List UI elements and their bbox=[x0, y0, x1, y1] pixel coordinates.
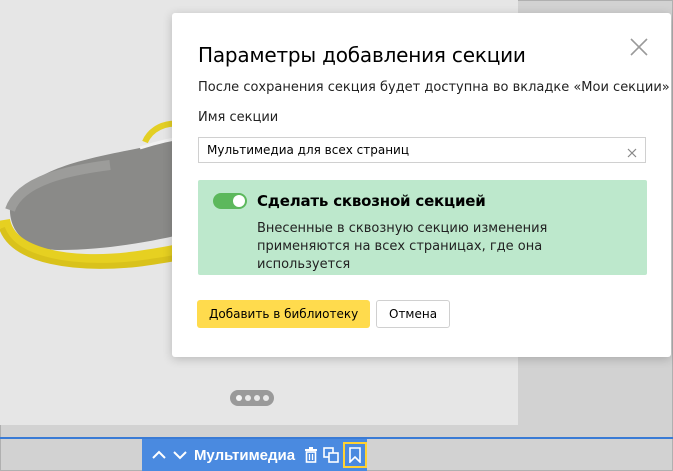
add-section-dialog: Параметры добавления секции После сохран… bbox=[172, 13, 671, 357]
toolbar-section-title: Мультимедиа bbox=[193, 446, 296, 464]
copy-icon bbox=[323, 447, 339, 463]
cancel-button[interactable]: Отмена bbox=[376, 300, 451, 328]
carousel-dot[interactable] bbox=[253, 395, 260, 401]
delete-section-button[interactable] bbox=[301, 439, 321, 471]
close-button[interactable] bbox=[629, 37, 649, 57]
dialog-description: После сохранения секция будет доступна в… bbox=[198, 80, 670, 95]
sticky-section-title: Сделать сквозной секцией bbox=[257, 192, 486, 210]
add-to-library-button[interactable]: Добавить в библиотеку bbox=[197, 300, 371, 328]
clear-input-icon bbox=[627, 148, 637, 158]
section-toolbar: Мультимедиа bbox=[142, 439, 368, 471]
section-name-label: Имя секции bbox=[198, 110, 279, 125]
section-name-input[interactable] bbox=[198, 137, 646, 163]
toggle-knob bbox=[233, 195, 245, 207]
chevron-up-icon bbox=[152, 450, 166, 459]
sticky-section-description: Внесенные в сквозную секцию изменения пр… bbox=[257, 221, 548, 272]
clear-input-button[interactable] bbox=[626, 144, 638, 158]
sticky-section-toggle[interactable] bbox=[213, 193, 247, 209]
move-down-button[interactable] bbox=[170, 439, 190, 471]
carousel-dot[interactable] bbox=[235, 395, 242, 401]
close-icon bbox=[630, 38, 648, 56]
chevron-down-icon bbox=[173, 451, 187, 460]
carousel-dot[interactable] bbox=[262, 395, 269, 401]
sneaker-image bbox=[0, 120, 190, 269]
dialog-title: Параметры добавления секции bbox=[198, 43, 526, 67]
copy-section-button[interactable] bbox=[321, 439, 341, 471]
bookmark-icon bbox=[349, 447, 361, 463]
save-to-library-button[interactable] bbox=[343, 442, 368, 468]
move-up-button[interactable] bbox=[148, 439, 170, 471]
carousel-dot[interactable] bbox=[244, 395, 251, 401]
carousel-dots[interactable] bbox=[230, 390, 274, 406]
sticky-section-option: Сделать сквозной секцией Внесенные в скв… bbox=[198, 180, 647, 275]
trash-icon bbox=[305, 447, 318, 463]
